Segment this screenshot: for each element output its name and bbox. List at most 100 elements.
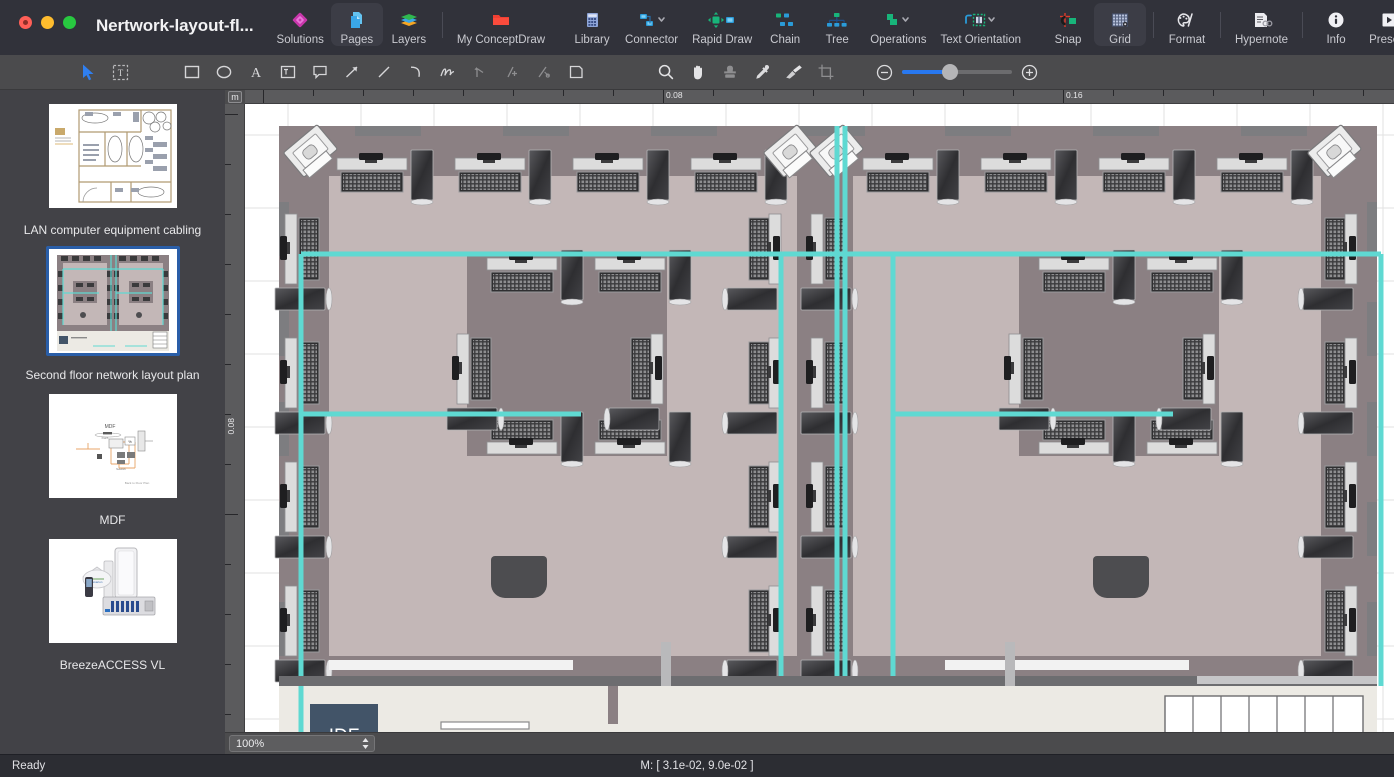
ruler-tick (813, 90, 814, 96)
svg-text:%: % (128, 439, 132, 444)
zoom-slider-knob[interactable] (942, 64, 958, 80)
svg-text:MDF: MDF (104, 424, 115, 430)
zoom-tool[interactable] (653, 59, 679, 85)
ruler-tick (1213, 90, 1214, 96)
sidebar-page-mdf[interactable]: MDF % (0, 386, 225, 531)
unit-badge[interactable]: m (225, 90, 245, 104)
ruler-tick (225, 564, 231, 565)
rapid-draw-icon (705, 8, 739, 32)
ellipse-tool[interactable] (211, 59, 237, 85)
ribbon-label: Connector (625, 34, 678, 46)
text-box-tool[interactable] (275, 59, 301, 85)
pages-sidebar[interactable]: LAN computer equipment cabling (0, 90, 225, 754)
ribbon-item-library[interactable]: Library (566, 3, 618, 46)
ruler-tick (225, 114, 238, 115)
vertical-ruler[interactable]: 0.08 (225, 104, 245, 732)
add-point-tool[interactable] (499, 59, 525, 85)
ribbon-divider-4 (1302, 12, 1303, 38)
floor-plan-drawing[interactable]: IDF Storage (245, 104, 1394, 732)
ribbon-label: My ConceptDraw (457, 34, 545, 46)
zoom-slider[interactable] (902, 70, 1012, 74)
window-controls[interactable] (0, 0, 76, 29)
ribbon-label: Grid (1109, 34, 1131, 46)
svg-text:Patch: Patch (101, 436, 108, 440)
eyedropper-tool[interactable] (749, 59, 775, 85)
callout-tool[interactable] (307, 59, 333, 85)
sidebar-page-label: LAN computer equipment cabling (24, 223, 201, 237)
ribbon-item-rapid-draw[interactable]: Rapid Draw (685, 3, 759, 46)
ruler-tick (225, 514, 238, 515)
sidebar-page-second-floor-network-layout-plan[interactable]: Second floor network layout plan (0, 241, 225, 386)
thumb-wrap[interactable] (46, 101, 180, 211)
zoom-level-select[interactable]: 100% (229, 735, 375, 752)
ribbon-item-my-conceptdraw[interactable]: My ConceptDraw (450, 3, 552, 46)
close-button[interactable] (19, 16, 32, 29)
freehand-tool[interactable] (435, 59, 461, 85)
text-select-tool[interactable]: T (107, 59, 133, 85)
arc-tool[interactable] (403, 59, 429, 85)
ribbon-item-info[interactable]: Info (1310, 3, 1362, 46)
horizontal-ruler[interactable]: 0.080.16 (245, 90, 1394, 104)
line-tool[interactable] (371, 59, 397, 85)
cut-path-tool[interactable] (531, 59, 557, 85)
ribbon-item-layers[interactable]: Layers (383, 3, 435, 46)
ribbon-item-operations[interactable]: Operations (863, 3, 933, 46)
text-tool[interactable]: A (243, 59, 269, 85)
sidebar-page-breezeaccess-vl[interactable]: Alvarion BreezeACCESS VL (0, 531, 225, 676)
connector-icon (635, 8, 669, 32)
drawing-canvas[interactable]: IDF Storage (245, 104, 1394, 732)
ribbon-items: Solutions Pages Layers (270, 0, 1394, 46)
zoom-button[interactable] (63, 16, 76, 29)
ribbon-item-text-orientation[interactable]: Text Orientation (933, 3, 1028, 46)
ruler-tick (1013, 90, 1014, 96)
ribbon-item-pages[interactable]: Pages (331, 3, 383, 46)
ribbon-label: Info (1326, 34, 1345, 46)
document-title: Nertwork-layout-fl... (76, 0, 254, 36)
thumb-wrap[interactable]: MDF % (46, 391, 180, 501)
operations-icon (881, 8, 915, 32)
ribbon-item-grid[interactable]: Grid (1094, 3, 1146, 46)
zoom-in-button[interactable] (1021, 64, 1038, 81)
stamp-tool[interactable] (717, 59, 743, 85)
ribbon-item-snap[interactable]: Snap (1042, 3, 1094, 46)
stepper-icon[interactable] (361, 737, 370, 750)
ribbon-label: Tree (826, 34, 849, 46)
ruler-tick (963, 90, 964, 96)
ruler-tick (225, 214, 231, 215)
hand-tool[interactable] (685, 59, 711, 85)
ruler-tick (363, 90, 364, 96)
grid-icon (1109, 8, 1131, 32)
canvas-area: m 0.080.16 0.08 (225, 90, 1394, 754)
ribbon-item-connector[interactable]: Connector (618, 3, 685, 46)
zoom-row: 100% (225, 732, 1394, 754)
zoom-slider-group[interactable] (876, 64, 1038, 81)
ruler-tick (225, 264, 231, 265)
bezier-tool[interactable] (467, 59, 493, 85)
snap-icon (1056, 8, 1080, 32)
ribbon-label: Text Orientation (940, 34, 1021, 46)
page-tool[interactable] (563, 59, 589, 85)
thumb-wrap[interactable]: Alvarion (46, 536, 180, 646)
ribbon-item-solutions[interactable]: Solutions (270, 3, 331, 46)
ruler-tick (225, 464, 231, 465)
ruler-tick (1163, 90, 1164, 96)
ribbon-item-format[interactable]: Format (1161, 3, 1213, 46)
info-icon (1326, 8, 1346, 32)
ribbon-item-hypernote[interactable]: Hypernote (1228, 3, 1295, 46)
ruler-row: m 0.080.16 (225, 90, 1394, 104)
ribbon-item-chain[interactable]: Chain (759, 3, 811, 46)
brush-tool[interactable] (781, 59, 807, 85)
zoom-out-button[interactable] (876, 64, 893, 81)
crop-tool[interactable] (813, 59, 839, 85)
rectangle-tool[interactable] (179, 59, 205, 85)
pointer-tool[interactable] (75, 59, 101, 85)
ruler-tick (1063, 90, 1064, 103)
thumb-wrap-selected[interactable] (46, 246, 180, 356)
ribbon-bar: Nertwork-layout-fl... Solutions Pages (0, 0, 1394, 55)
ribbon-item-present[interactable]: Present (1362, 3, 1394, 46)
minimize-button[interactable] (41, 16, 54, 29)
ribbon-item-tree[interactable]: Tree (811, 3, 863, 46)
sidebar-page-lan-computer-equipment-cabling[interactable]: LAN computer equipment cabling (0, 96, 225, 241)
ruler-tick (1363, 90, 1364, 96)
arrow-tool[interactable] (339, 59, 365, 85)
